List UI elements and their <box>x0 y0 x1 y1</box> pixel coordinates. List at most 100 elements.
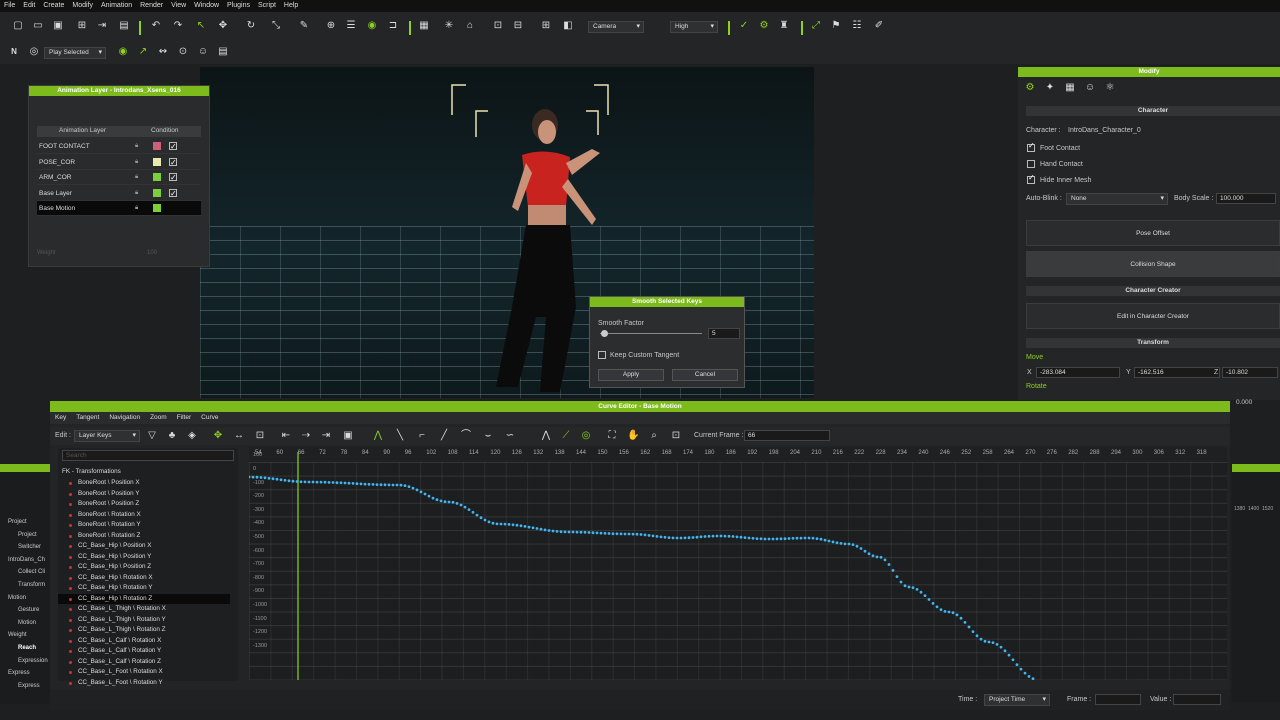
unify-tangent-icon[interactable]: ⟋ <box>560 430 572 442</box>
move-icon[interactable]: ✥ <box>217 20 229 32</box>
select-arrow-icon[interactable]: ↖ <box>195 20 207 32</box>
layer-enabled-checkbox[interactable] <box>169 186 177 201</box>
undo-icon[interactable]: ↶ <box>150 20 162 32</box>
filter-icon[interactable]: ▽ <box>146 430 158 442</box>
dock-item[interactable]: Motion <box>0 617 50 629</box>
edit-mode-dropdown[interactable]: Layer Keys <box>74 430 140 442</box>
person-icon[interactable]: ☺ <box>197 46 209 58</box>
track-item[interactable]: CC_Base_Hip \ Position X <box>58 541 230 552</box>
quality-dropdown[interactable]: High <box>670 21 718 33</box>
layer-row[interactable]: POSE_COR 🔒︎ <box>37 155 201 170</box>
texture-icon[interactable]: ▦ <box>1064 82 1076 94</box>
track-item[interactable]: CC_Base_Hip \ Position Y <box>58 552 230 563</box>
curve-line[interactable] <box>249 462 1227 680</box>
menu-help[interactable]: Help <box>280 0 302 11</box>
curve-menu-zoom[interactable]: Zoom <box>145 412 172 423</box>
rotate-icon[interactable]: ↻ <box>245 20 257 32</box>
track-item[interactable]: CC_Base_L_Calf \ Rotation X <box>58 636 230 647</box>
cancel-button[interactable]: Cancel <box>672 369 738 381</box>
fit-icon[interactable]: ⊡ <box>492 20 504 32</box>
flag-icon[interactable]: ⚑ <box>830 20 842 32</box>
time-dropdown[interactable]: Project Time <box>984 694 1050 706</box>
smooth-icon[interactable]: ∽ <box>504 430 516 442</box>
motion-tool-icon[interactable]: ◉ <box>117 46 129 58</box>
scale-key-icon[interactable]: ↔ <box>233 430 245 442</box>
dock-item[interactable]: Reach <box>0 642 50 654</box>
appearance-icon[interactable]: ☺ <box>1084 82 1096 94</box>
open-folder-icon[interactable]: ▭ <box>32 20 44 32</box>
layer-color-swatch[interactable] <box>153 204 161 212</box>
menu-render[interactable]: Render <box>136 0 167 11</box>
curve-menu-filter[interactable]: Filter <box>172 412 196 423</box>
zoom-icon[interactable]: ⌕ <box>648 430 660 442</box>
menu-window[interactable]: Window <box>190 0 223 11</box>
layer-enabled-checkbox[interactable] <box>169 155 177 170</box>
play-icon[interactable]: ◎ <box>28 46 40 58</box>
track-item[interactable]: BoneRoot \ Position Z <box>58 499 230 510</box>
cut-icon[interactable]: ⇤ <box>280 430 292 442</box>
layers-icon[interactable]: ◧ <box>562 20 574 32</box>
track-item[interactable]: CC_Base_L_Thigh \ Rotation X <box>58 604 230 615</box>
brush-icon[interactable]: ✎ <box>298 20 310 32</box>
layer-color-swatch[interactable] <box>153 142 161 150</box>
current-frame-input[interactable]: 66 <box>744 430 830 441</box>
menu-edit[interactable]: Edit <box>19 0 39 11</box>
curve-menu-tangent[interactable]: Tangent <box>71 412 104 423</box>
track-item[interactable]: CC_Base_L_Foot \ Rotation X <box>58 667 230 678</box>
track-item[interactable]: BoneRoot \ Rotation Z <box>58 531 230 542</box>
slider-handle[interactable] <box>601 330 608 337</box>
camera-dropdown[interactable]: Camera <box>588 21 644 33</box>
dock-item[interactable]: Project <box>0 516 50 528</box>
dock-item[interactable]: Collect Cli <box>0 566 50 578</box>
track-item[interactable]: CC_Base_Hip \ Position Z <box>58 562 230 573</box>
menu-view[interactable]: View <box>167 0 190 11</box>
track-item[interactable]: CC_Base_L_Thigh \ Rotation Y <box>58 615 230 626</box>
track-item[interactable]: CC_Base_L_Calf \ Rotation Z <box>58 657 230 668</box>
menu-plugins[interactable]: Plugins <box>223 0 254 11</box>
dock-item[interactable]: Express <box>0 680 50 692</box>
track-item[interactable]: CC_Base_Hip \ Rotation Y <box>58 583 230 594</box>
dock-item[interactable]: Transform <box>0 579 50 591</box>
render-icon[interactable]: ▤ <box>118 20 130 32</box>
apply-button[interactable]: Apply <box>598 369 664 381</box>
dock-item[interactable]: Switcher <box>0 541 50 553</box>
keep-tangent-checkbox[interactable] <box>598 351 606 359</box>
motion-icon[interactable]: ⤢ <box>810 20 822 32</box>
body-scale-input[interactable]: 100.000 <box>1216 193 1276 204</box>
menu-modify[interactable]: Modify <box>68 0 97 11</box>
break-tangent-icon[interactable]: ⋀ <box>540 430 552 442</box>
fit-view-icon[interactable]: ⊡ <box>254 430 266 442</box>
smooth-factor-slider[interactable] <box>600 333 702 334</box>
track-item[interactable]: BoneRoot \ Position X <box>58 478 230 489</box>
curve-menu-curve[interactable]: Curve <box>196 412 223 423</box>
frame-all-icon[interactable]: ⛶ <box>606 430 618 442</box>
collision-shape-button[interactable]: Collision Shape <box>1026 251 1280 277</box>
attach-icon[interactable]: ⊐ <box>387 20 399 32</box>
align-icon[interactable]: ☰ <box>345 20 357 32</box>
physics-settings-icon[interactable]: ⚛ <box>1104 82 1116 94</box>
layer-row[interactable]: Base Motion 🔒︎ <box>37 201 201 216</box>
spring-icon[interactable]: ⚙ <box>758 20 770 32</box>
edit-motion-icon[interactable]: ↭ <box>157 46 169 58</box>
frame-selected-icon[interactable]: ⊡ <box>670 430 682 442</box>
autoblink-dropdown[interactable]: None <box>1066 193 1168 205</box>
layer-color-swatch[interactable] <box>153 173 161 181</box>
dock-item[interactable]: Expression <box>0 655 50 667</box>
grid-icon[interactable]: ⊞ <box>540 20 552 32</box>
lock-icon[interactable]: 🔒︎ <box>135 186 138 201</box>
frame-ruler[interactable]: 54 60 66 72 78 84 90 96 102 108 114 120 126 132 138 144… <box>249 447 1227 462</box>
pick-icon[interactable]: ⊕ <box>325 20 337 32</box>
delete-key-icon[interactable]: ▣ <box>342 430 354 442</box>
curve-menu-navigation[interactable]: Navigation <box>104 412 145 423</box>
copy-icon[interactable]: ⇢ <box>300 430 312 442</box>
weight-value[interactable]: 100 <box>147 250 157 256</box>
layer-enabled-checkbox[interactable] <box>169 139 177 154</box>
track-search-input[interactable]: Search <box>62 450 234 461</box>
cloth-icon[interactable]: ♜ <box>778 20 790 32</box>
edit-cc-button[interactable]: Edit in Character Creator <box>1026 303 1280 329</box>
track-item[interactable]: CC_Base_L_Calf \ Rotation Y <box>58 646 230 657</box>
step-tangent-icon[interactable]: ⌐ <box>416 430 428 442</box>
smooth-factor-input[interactable]: 5 <box>708 328 740 339</box>
cycle-icon[interactable]: ◎ <box>580 430 592 442</box>
ik-icon[interactable]: ↗ <box>137 46 149 58</box>
